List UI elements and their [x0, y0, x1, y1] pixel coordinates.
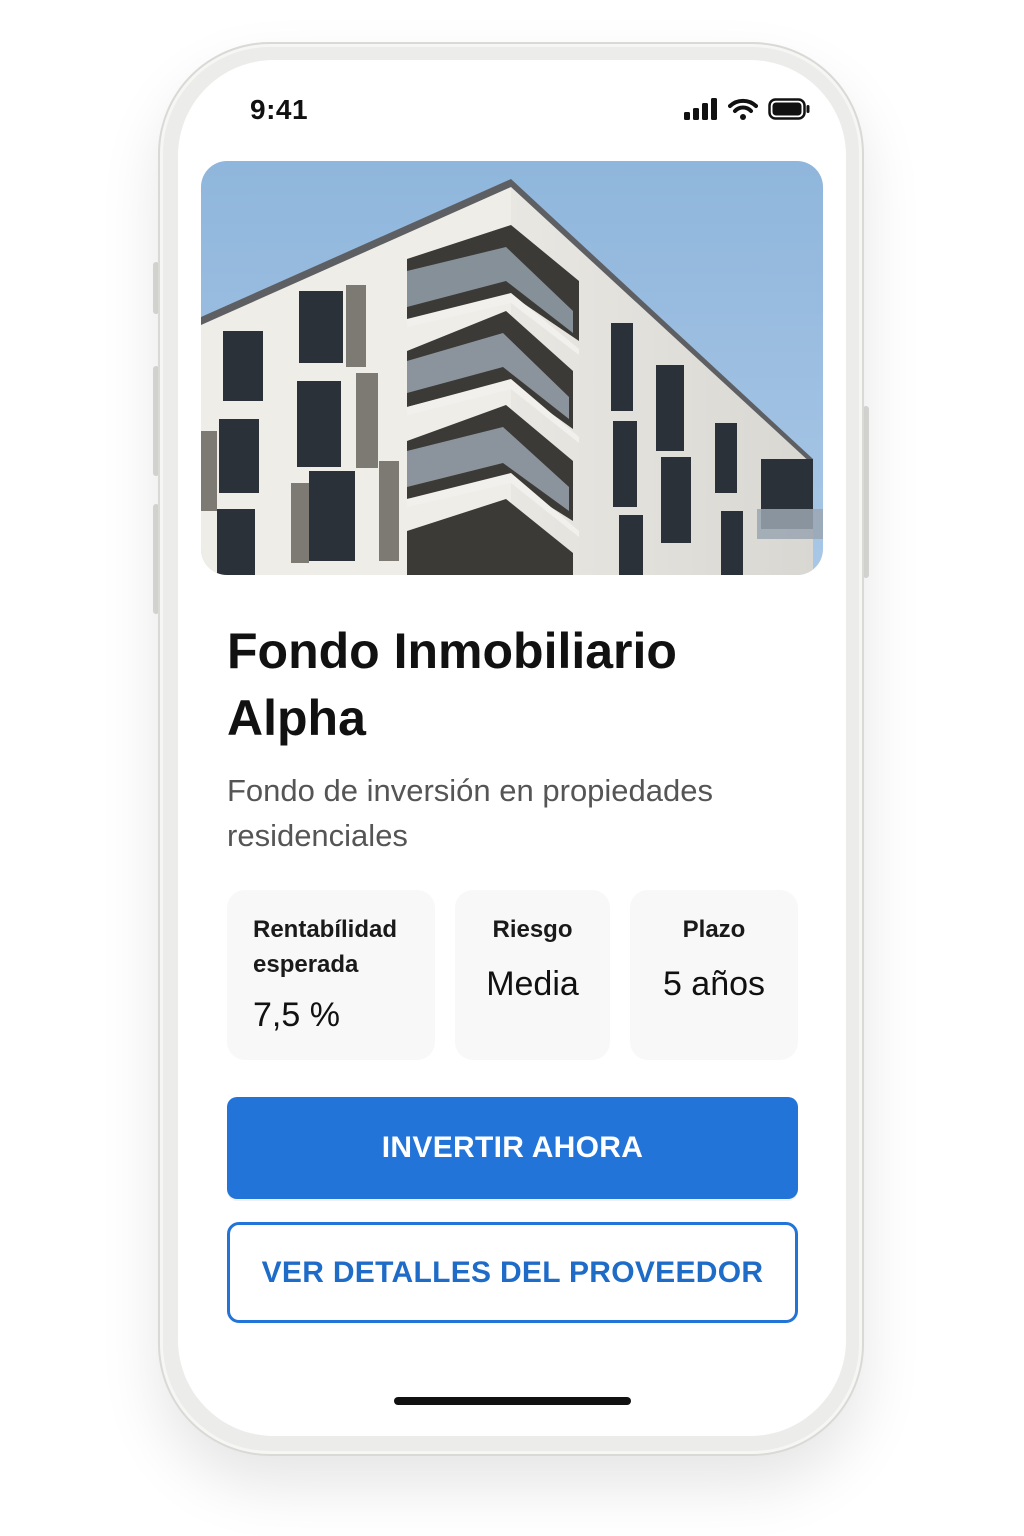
metric-label: Riesgo: [492, 916, 573, 943]
fund-title: Fondo Inmobiliario Alpha: [227, 623, 677, 746]
cellular-signal-icon: [684, 98, 717, 120]
metric-value: 7,5 %: [253, 996, 340, 1034]
home-indicator[interactable]: [394, 1397, 631, 1405]
battery-icon: [768, 98, 810, 120]
phone-screen: 9:41 Fondo Inmobiliario Alpha Fondo de i…: [178, 60, 846, 1436]
metric-value: Media: [486, 965, 579, 1003]
invest-now-button[interactable]: INVERTIR AHORA: [227, 1097, 798, 1199]
metric-label: Rentabílidad esperada: [253, 916, 398, 978]
stage: 9:41 Fondo Inmobiliario Alpha Fondo de i…: [0, 0, 1024, 1536]
status-icons: [684, 98, 810, 120]
provider-details-button[interactable]: VER DETALLES DEL PROVEEDOR: [227, 1222, 798, 1323]
metric-label: Plazo: [682, 916, 746, 943]
fund-description: Fondo de inversión en propiedades reside…: [227, 773, 714, 853]
metric-card-risk: Riesgo Media: [455, 890, 610, 1060]
metric-value: 5 años: [662, 965, 766, 1003]
wifi-icon: [728, 98, 758, 120]
metric-card-return: Rentabílidad esperada 7,5 %: [227, 890, 435, 1060]
property-photo: [201, 161, 823, 575]
metric-card-term: Plazo 5 años: [630, 890, 798, 1060]
status-time: 9:41: [250, 94, 309, 125]
apartment-building-photo: [201, 161, 823, 575]
